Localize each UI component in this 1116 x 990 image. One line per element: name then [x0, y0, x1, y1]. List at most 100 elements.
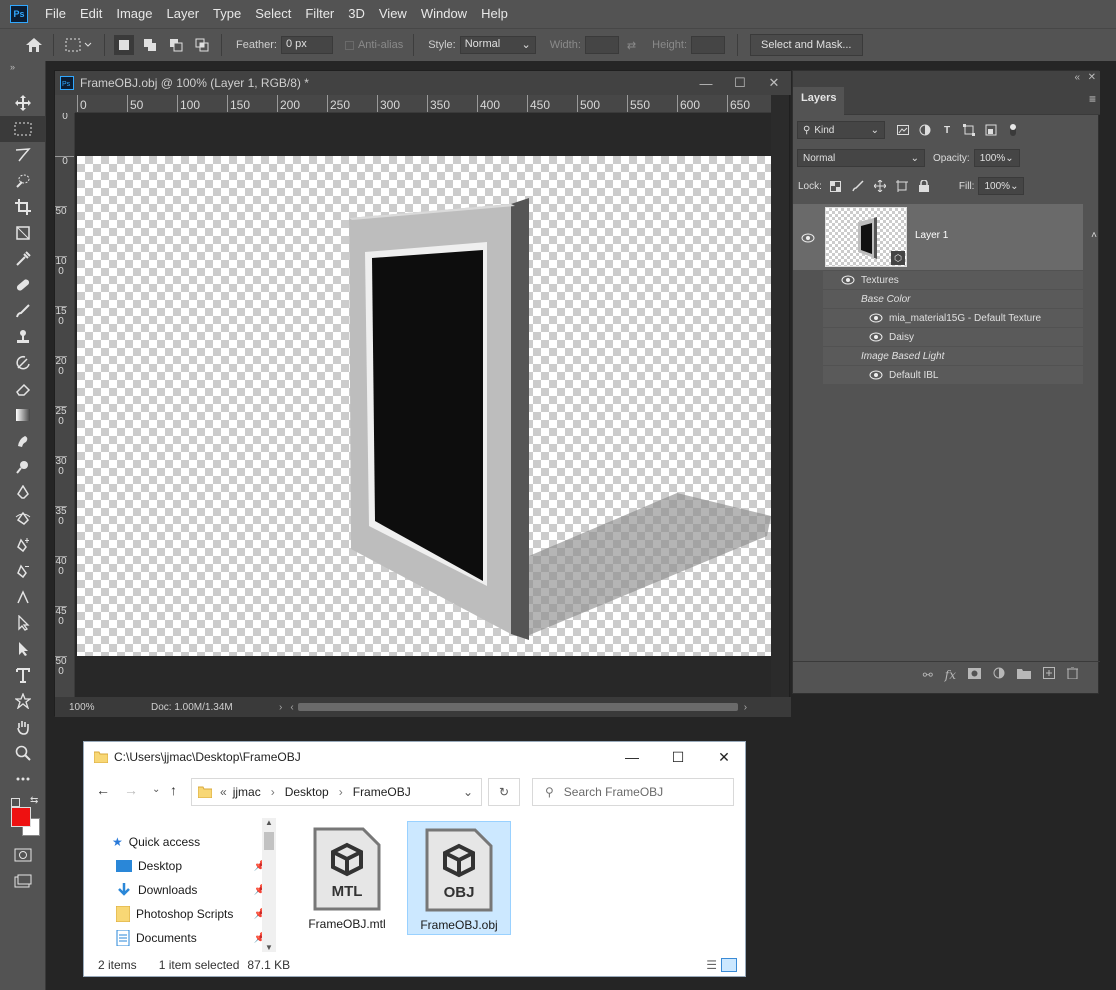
refresh-icon[interactable]: ↻ — [488, 778, 520, 806]
search-input[interactable]: ⚲ Search FrameOBJ — [532, 778, 734, 806]
add-selection-icon[interactable] — [140, 35, 160, 55]
filter-adjustment-icon[interactable] — [917, 122, 933, 138]
move-tool-icon[interactable] — [0, 90, 46, 116]
new-group-icon[interactable] — [1017, 668, 1031, 682]
menu-window[interactable]: Window — [414, 0, 474, 28]
stamp-tool-icon[interactable] — [0, 324, 46, 350]
chevron-up-icon[interactable]: ˄ — [1091, 230, 1097, 241]
lock-artboard-icon[interactable] — [894, 178, 910, 194]
filter-type-icon[interactable]: T — [939, 122, 955, 138]
crop-tool-icon[interactable] — [0, 194, 46, 220]
address-bar[interactable]: « jjmac › Desktop › FrameOBJ ⌄ — [191, 778, 482, 806]
select-and-mask-button[interactable]: Select and Mask... — [750, 34, 863, 56]
status-menu-icon[interactable]: › — [279, 702, 282, 713]
height-input[interactable] — [691, 36, 725, 54]
trash-icon[interactable] — [1067, 666, 1078, 682]
style-select[interactable]: Normal ⌄ — [459, 36, 536, 54]
panel-menu-icon[interactable]: ≡ — [1089, 92, 1096, 106]
eyedropper-tool-icon[interactable] — [0, 246, 46, 272]
menu-edit[interactable]: Edit — [73, 0, 109, 28]
menu-3d[interactable]: 3D — [341, 0, 372, 28]
menu-image[interactable]: Image — [109, 0, 159, 28]
menu-filter[interactable]: Filter — [298, 0, 341, 28]
pen-tool-icon[interactable] — [0, 480, 46, 506]
antialias-checkbox[interactable] — [344, 40, 354, 50]
lock-all-icon[interactable] — [916, 178, 932, 194]
nav-documents[interactable]: Documents 📌 — [116, 926, 266, 950]
chevron-down-icon[interactable]: ⌄ — [463, 785, 473, 799]
nav-scrollbar[interactable]: ▲ ▼ — [262, 818, 276, 952]
layer-row[interactable]: ⬡ Layer 1 ˄ — [793, 204, 1097, 270]
base-color-group[interactable]: Base Color — [823, 289, 1083, 308]
foreground-color-swatch[interactable] — [11, 807, 31, 827]
width-input[interactable] — [584, 36, 619, 54]
close-panel-icon[interactable]: ✕ — [1088, 72, 1096, 83]
lock-transparent-icon[interactable] — [828, 178, 844, 194]
nav-photoshop-scripts[interactable]: Photoshop Scripts 📌 — [116, 902, 266, 926]
forward-arrow-icon[interactable]: → — [124, 782, 138, 798]
hand-tool-icon[interactable] — [0, 714, 46, 740]
convert-point-tool-icon[interactable] — [0, 584, 46, 610]
large-icons-view-icon[interactable] — [721, 958, 737, 972]
breadcrumb-item[interactable]: FrameOBJ — [353, 785, 411, 799]
fx-icon[interactable]: fx — [945, 668, 956, 682]
menu-file[interactable]: File — [38, 0, 73, 28]
filter-toggle-icon[interactable] — [1005, 122, 1021, 138]
default-colors-icon[interactable] — [11, 798, 20, 807]
close-icon[interactable]: ✕ — [701, 742, 747, 772]
new-layer-icon[interactable] — [1043, 667, 1055, 682]
frame-tool-icon[interactable] — [0, 220, 46, 246]
ibl-item[interactable]: Default IBL — [823, 365, 1083, 384]
maximize-icon[interactable]: ☐ — [723, 75, 757, 91]
scroll-right-icon[interactable]: › — [744, 702, 747, 713]
back-arrow-icon[interactable]: ← — [96, 782, 110, 798]
curvature-pen-tool-icon[interactable] — [0, 506, 46, 532]
filter-kind-select[interactable]: ⚲ Kind ⌄ — [797, 121, 885, 139]
eye-icon[interactable] — [869, 313, 883, 323]
nav-downloads[interactable]: Downloads 📌 — [116, 878, 266, 902]
zoom-level[interactable]: 100% — [69, 702, 129, 713]
textures-group[interactable]: Textures — [823, 270, 1083, 289]
swap-icon[interactable]: ⇄ — [627, 39, 636, 52]
intersect-selection-icon[interactable] — [192, 35, 212, 55]
scroll-thumb[interactable] — [264, 832, 274, 850]
history-brush-tool-icon[interactable] — [0, 350, 46, 376]
file-item[interactable]: OBJ FrameOBJ.obj — [407, 821, 511, 935]
delete-anchor-tool-icon[interactable] — [0, 558, 46, 584]
feather-input[interactable]: 0 px — [280, 36, 333, 54]
menu-view[interactable]: View — [372, 0, 414, 28]
zoom-tool-icon[interactable] — [0, 740, 46, 766]
up-arrow-icon[interactable]: ↑ — [170, 782, 177, 798]
nav-quick-access[interactable]: ★ Quick access — [112, 830, 262, 854]
scroll-up-icon[interactable]: ▲ — [265, 818, 273, 827]
close-icon[interactable]: ✕ — [757, 75, 791, 91]
collapse-icon[interactable]: » — [0, 61, 45, 74]
horizontal-ruler[interactable]: 0 50 100 150 200 250 300 350 400 450 500… — [75, 95, 771, 113]
menu-select[interactable]: Select — [248, 0, 298, 28]
details-view-icon[interactable]: ☰ — [706, 958, 717, 972]
custom-shape-tool-icon[interactable] — [0, 688, 46, 714]
maximize-icon[interactable]: ☐ — [655, 742, 701, 772]
more-tools-icon[interactable] — [0, 766, 46, 792]
fill-input[interactable]: 100% ⌄ — [978, 177, 1025, 195]
breadcrumb-item[interactable]: jjmac — [233, 785, 261, 799]
menu-help[interactable]: Help — [474, 0, 515, 28]
explorer-titlebar[interactable]: C:\Users\jjmac\Desktop\FrameOBJ — ☐ ✕ — [84, 742, 747, 772]
eraser-tool-icon[interactable] — [0, 376, 46, 402]
screen-mode-icon[interactable] — [0, 868, 46, 894]
filter-smart-object-icon[interactable] — [983, 122, 999, 138]
canvas[interactable] — [77, 156, 771, 656]
eye-icon[interactable] — [841, 275, 855, 285]
link-icon[interactable]: ⚯ — [923, 668, 933, 682]
minimize-icon[interactable]: — — [609, 742, 655, 772]
scroll-down-icon[interactable]: ▼ — [265, 943, 273, 952]
direct-select-tool-icon[interactable] — [0, 610, 46, 636]
collapse-panel-icon[interactable]: « — [1074, 72, 1080, 83]
eye-icon[interactable] — [869, 370, 883, 380]
marquee-preset-icon[interactable] — [63, 35, 95, 55]
texture-item[interactable]: mia_material15G - Default Texture — [823, 308, 1083, 327]
marquee-tool-icon[interactable] — [0, 116, 46, 142]
eye-icon[interactable] — [869, 332, 883, 342]
scroll-left-icon[interactable]: ‹ — [290, 702, 293, 713]
dodge-tool-icon[interactable] — [0, 454, 46, 480]
